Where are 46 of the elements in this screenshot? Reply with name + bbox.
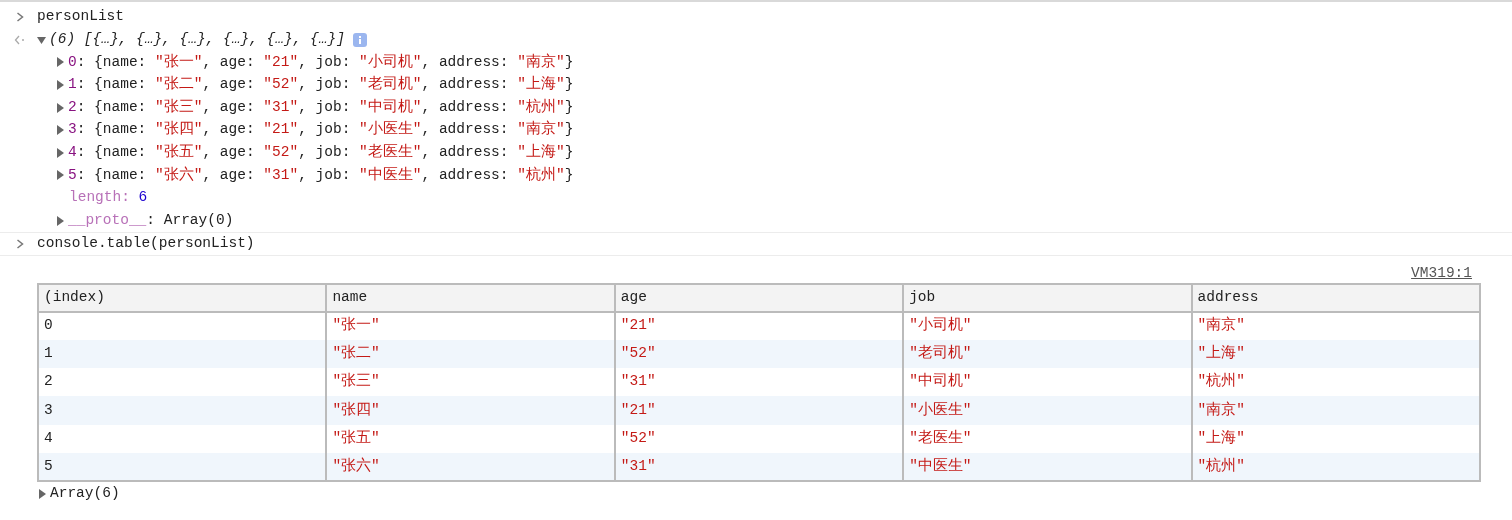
command-text: console.table(personList) bbox=[37, 233, 255, 253]
table-cell: "52" bbox=[614, 339, 904, 369]
length-property: length: 6 bbox=[69, 188, 148, 208]
array-summary: (6) [{…}, {…}, {…}, {…}, {…}, {…}] bbox=[49, 30, 345, 49]
expand-triangle-icon[interactable] bbox=[56, 80, 65, 91]
column-header[interactable]: address bbox=[1191, 283, 1480, 312]
prompt-chevron-icon bbox=[15, 12, 24, 23]
source-link[interactable]: VM319:1 bbox=[1411, 262, 1472, 283]
object-preview: 2: {name: "张三", age: "31", job: "中司机", address: "杭州"} bbox=[68, 97, 574, 117]
object-preview: 1: {name: "张二", age: "52", job: "老司机", address: "上海"} bbox=[68, 74, 574, 95]
prompt-chevron-icon bbox=[15, 238, 24, 249]
expand-triangle-icon[interactable] bbox=[56, 125, 65, 136]
expand-triangle-icon[interactable] bbox=[56, 170, 65, 181]
expand-triangle-icon[interactable] bbox=[56, 215, 65, 226]
expand-triangle-icon[interactable] bbox=[56, 147, 65, 158]
table-cell: "张四" bbox=[326, 396, 615, 425]
info-icon bbox=[352, 32, 367, 47]
collapse-triangle-icon[interactable] bbox=[37, 34, 46, 45]
table-cell: "小医生" bbox=[903, 396, 1192, 425]
table-cell: "31" bbox=[614, 453, 904, 482]
object-preview: 3: {name: "张四", age: "21", job: "小医生", address: "南京"} bbox=[68, 119, 574, 140]
table-cell: "21" bbox=[614, 396, 904, 425]
table-cell: 3 bbox=[38, 396, 327, 425]
table-cell: "张二" bbox=[326, 339, 615, 369]
table-cell: "老司机" bbox=[903, 339, 1192, 369]
command-text: personList bbox=[37, 7, 124, 27]
expand-triangle-icon[interactable] bbox=[56, 57, 65, 68]
table-cell: "中医生" bbox=[903, 453, 1192, 482]
object-preview: 5: {name: "张六", age: "31", job: "中医生", address: "杭州"} bbox=[68, 165, 574, 185]
table-cell: 5 bbox=[38, 453, 327, 482]
proto-property: __proto__: Array(0) bbox=[68, 210, 234, 230]
expand-triangle-icon[interactable] bbox=[38, 488, 47, 499]
table-cell: "南京" bbox=[1191, 396, 1480, 425]
column-header[interactable]: job bbox=[903, 283, 1192, 312]
object-preview: 4: {name: "张五", age: "52", job: "老医生", address: "上海"} bbox=[68, 142, 574, 162]
column-header[interactable]: age bbox=[614, 283, 904, 312]
table-cell: "上海" bbox=[1191, 339, 1480, 369]
table-cell: "杭州" bbox=[1191, 453, 1480, 482]
result-arrow-icon bbox=[14, 34, 25, 45]
column-header[interactable]: name bbox=[326, 283, 615, 312]
object-preview: 0: {name: "张一", age: "21", job: "小司机", address: "南京"} bbox=[68, 52, 574, 72]
table-cell: 1 bbox=[38, 339, 327, 369]
column-header[interactable]: (index) bbox=[38, 283, 327, 312]
array-label: Array(6) bbox=[50, 483, 120, 503]
expand-triangle-icon[interactable] bbox=[56, 102, 65, 113]
table-cell: "张六" bbox=[326, 453, 615, 482]
